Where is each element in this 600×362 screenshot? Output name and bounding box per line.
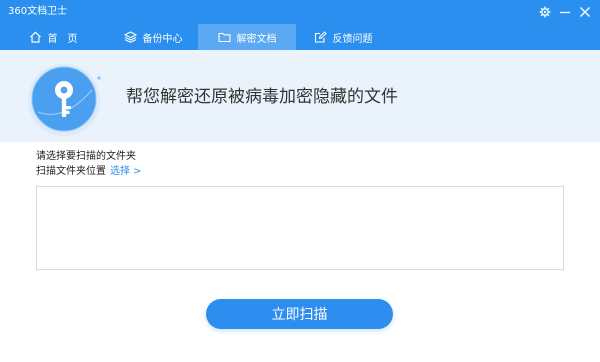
tab-label: 解密文档 <box>236 33 277 45</box>
folder-list-box[interactable] <box>36 186 564 270</box>
tab-decrypt-docs[interactable]: 解密文档 <box>198 24 296 50</box>
scan-now-button[interactable]: 立即扫描 <box>206 299 393 329</box>
choose-folder-link[interactable]: 选择 > <box>110 165 142 178</box>
key-icon <box>26 60 104 138</box>
layers-icon <box>123 31 137 43</box>
tab-feedback[interactable]: 反馈问题 <box>294 24 392 50</box>
tab-home[interactable]: 首 页 <box>4 24 102 50</box>
tab-backup-center[interactable]: 备份中心 <box>104 24 202 50</box>
title-bar: 360文档卫士 <box>0 0 600 24</box>
home-icon <box>29 31 42 43</box>
hero-banner: 帮您解密还原被病毒加密隐藏的文件 <box>0 50 600 142</box>
app-title: 360文档卫士 <box>8 6 68 17</box>
tab-label: 首 页 <box>47 33 78 45</box>
tab-label: 反馈问题 <box>332 33 373 45</box>
scan-location-label: 扫描文件夹位置 <box>36 166 106 177</box>
folder-instruction: 请选择要扫描的文件夹 <box>36 151 136 162</box>
minimize-icon[interactable] <box>556 3 574 21</box>
folder-icon <box>217 31 231 43</box>
tab-bar: 首 页 备份中心 解密文档 反馈问题 <box>0 24 600 50</box>
edit-icon <box>314 31 327 43</box>
tab-label: 备份中心 <box>142 33 183 45</box>
gear-icon[interactable] <box>536 3 554 21</box>
close-icon[interactable] <box>576 3 594 21</box>
hero-title: 帮您解密还原被病毒加密隐藏的文件 <box>126 87 398 107</box>
